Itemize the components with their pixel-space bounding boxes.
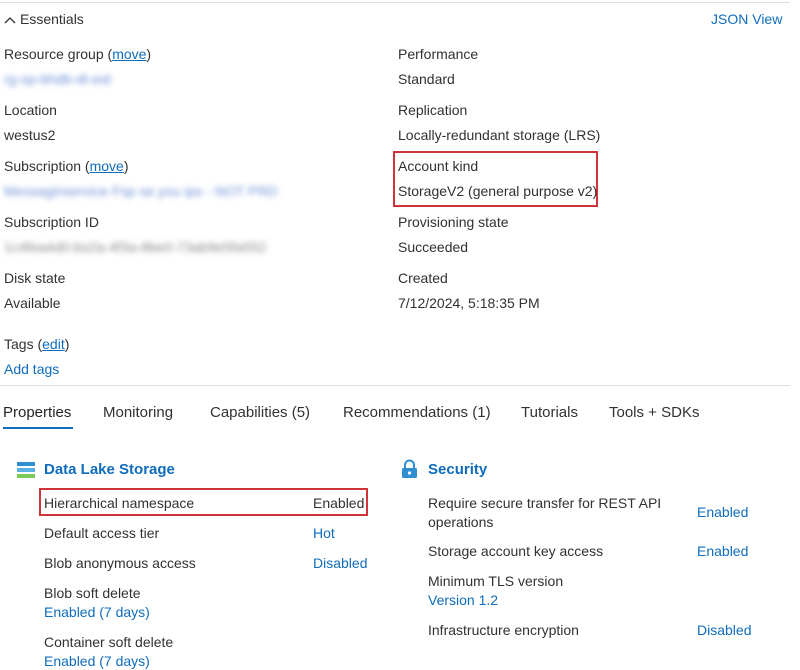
active-tab-indicator [3, 427, 73, 429]
storage-key-access-label: Storage account key access [428, 543, 604, 559]
account-kind-value: StorageV2 (general purpose v2) [398, 183, 598, 199]
location-label: Location [4, 102, 57, 118]
hierarchical-namespace-value: Enabled [313, 495, 365, 511]
account-kind-label: Account kind [398, 158, 479, 174]
hierarchical-namespace-label: Hierarchical namespace [44, 495, 195, 511]
subscription-move-link[interactable]: move [90, 158, 124, 174]
replication-label: Replication [398, 102, 468, 118]
container-soft-delete-value[interactable]: Enabled (7 days) [44, 652, 150, 670]
minimum-tls-label: Minimum TLS version [428, 573, 564, 589]
provisioning-state-label: Provisioning state [398, 214, 509, 230]
tab-tools-sdks[interactable]: Tools + SDKs [609, 403, 699, 422]
blob-anonymous-access-label: Blob anonymous access [44, 555, 196, 571]
essentials-title: Essentials [20, 11, 84, 27]
tab-monitoring[interactable]: Monitoring [103, 403, 173, 422]
subscription-value[interactable]: Messaginservice Fsp se.you ips - NOT PRD [4, 182, 278, 200]
subscription-label: Subscription (move) [4, 158, 129, 174]
tags-label: Tags (edit) [4, 336, 70, 352]
essentials-toggle[interactable]: Essentials [4, 10, 84, 29]
subscription-id-value: 1c4fea4d0-bs2a-4f3a-8be0-73ab9e5fa552 [4, 239, 267, 255]
minimum-tls-value[interactable]: Version 1.2 [428, 591, 498, 609]
secure-transfer-label-cont: operations [428, 514, 494, 530]
container-soft-delete-label: Container soft delete [44, 634, 174, 650]
default-access-tier-value[interactable]: Hot [313, 524, 335, 542]
data-lake-storage-title[interactable]: Data Lake Storage [44, 460, 175, 479]
disk-state-label: Disk state [4, 270, 66, 286]
infrastructure-encryption-label: Infrastructure encryption [428, 622, 579, 638]
tags-edit-link[interactable]: edit [42, 336, 65, 352]
blob-soft-delete-label: Blob soft delete [44, 585, 141, 601]
tab-properties[interactable]: Properties [3, 403, 71, 422]
performance-value: Standard [398, 71, 455, 87]
blob-soft-delete-value[interactable]: Enabled (7 days) [44, 603, 150, 621]
data-lake-storage-icon [16, 461, 36, 484]
security-title[interactable]: Security [428, 460, 487, 479]
disk-state-value: Available [4, 295, 61, 311]
lock-icon [401, 459, 418, 484]
provisioning-state-value: Succeeded [398, 239, 469, 255]
location-value: westus2 [4, 127, 56, 143]
chevron-up-icon [4, 11, 16, 29]
infrastructure-encryption-value[interactable]: Disabled [697, 621, 751, 639]
add-tags-link[interactable]: Add tags [4, 360, 59, 378]
default-access-tier-label: Default access tier [44, 525, 160, 541]
section-divider [0, 385, 790, 386]
secure-transfer-value[interactable]: Enabled [697, 503, 748, 521]
created-value: 7/12/2024, 5:18:35 PM [398, 295, 540, 311]
storage-key-access-value[interactable]: Enabled [697, 542, 748, 560]
blob-anonymous-access-value[interactable]: Disabled [313, 554, 367, 572]
subscription-id-label: Subscription ID [4, 214, 99, 230]
created-label: Created [398, 270, 448, 286]
tab-recommendations[interactable]: Recommendations (1) [343, 403, 491, 422]
resource-group-move-link[interactable]: move [112, 46, 146, 62]
tab-tutorials[interactable]: Tutorials [521, 403, 578, 422]
json-view-link[interactable]: JSON View [711, 10, 782, 28]
secure-transfer-label: Require secure transfer for REST API [428, 495, 662, 511]
tab-capabilities[interactable]: Capabilities (5) [210, 403, 310, 422]
resource-group-value[interactable]: rg-sp-bhdb-dl-eid [4, 70, 111, 88]
resource-group-label: Resource group (move) [4, 46, 152, 62]
replication-value: Locally-redundant storage (LRS) [398, 127, 601, 143]
performance-label: Performance [398, 46, 479, 62]
top-divider [0, 2, 790, 3]
